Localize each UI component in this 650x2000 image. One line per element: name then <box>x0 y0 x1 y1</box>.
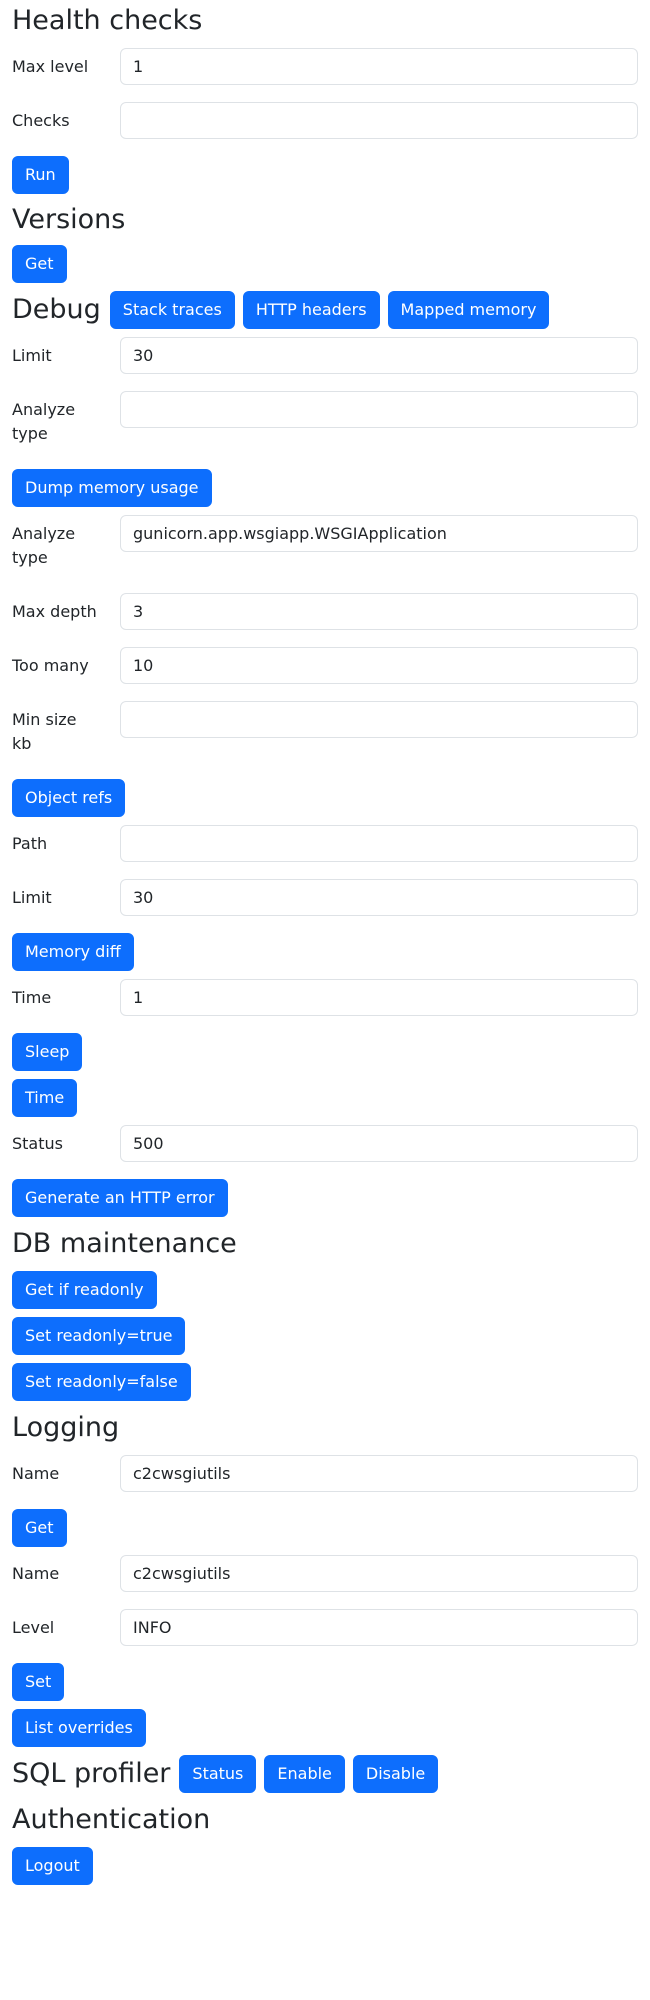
path-input[interactable] <box>120 825 638 862</box>
too-many-label: Too many <box>12 656 89 675</box>
dump-analyze-type-row: Analyze type <box>12 391 638 453</box>
max-level-row: Max level <box>12 48 638 86</box>
status-input[interactable] <box>120 1125 638 1162</box>
logging-set-name-row: Name <box>12 1555 638 1593</box>
max-depth-input[interactable] <box>120 593 638 630</box>
authentication-title: Authentication <box>12 1804 211 1835</box>
diff-limit-label: Limit <box>12 888 52 907</box>
sleep-time-label: Time <box>12 988 52 1007</box>
object-refs-button[interactable]: Object refs <box>12 779 126 817</box>
min-size-kb-input[interactable] <box>120 701 638 738</box>
set-readonly-false-button[interactable]: Set readonly=false <box>12 1363 191 1401</box>
dump-limit-input[interactable] <box>120 337 638 374</box>
dump-memory-usage-button[interactable]: Dump memory usage <box>12 469 212 507</box>
max-depth-row: Max depth <box>12 593 638 631</box>
min-size-kb-row: Min size kb <box>12 701 638 763</box>
logging-level-label: Level <box>12 1618 55 1637</box>
sql-profiler-header-row: SQL profiler Status Enable Disable <box>12 1755 638 1793</box>
stack-traces-button[interactable]: Stack traces <box>109 291 235 329</box>
max-level-label: Max level <box>12 57 89 76</box>
checks-row: Checks <box>12 102 638 140</box>
checks-input[interactable] <box>120 102 638 139</box>
set-readonly-true-button[interactable]: Set readonly=true <box>12 1317 186 1355</box>
memory-diff-button[interactable]: Memory diff <box>12 933 134 971</box>
sleep-button[interactable]: Sleep <box>12 1033 83 1071</box>
refs-analyze-type-row: Analyze type <box>12 515 638 577</box>
too-many-row: Too many <box>12 647 638 685</box>
diff-limit-row: Limit <box>12 879 638 917</box>
min-size-kb-label: Min size kb <box>12 710 77 753</box>
run-row: Run <box>12 156 638 194</box>
set-readonly-false-row: Set readonly=false <box>12 1363 638 1401</box>
db-maintenance-section: DB maintenance Get if readonly Set reado… <box>12 1225 638 1401</box>
page-container: Health checks Max level Checks Run Versi… <box>0 0 650 1885</box>
versions-section: Versions Get <box>12 202 638 283</box>
checks-label: Checks <box>12 111 70 130</box>
get-readonly-row: Get if readonly <box>12 1271 638 1309</box>
mapped-memory-button[interactable]: Mapped memory <box>387 291 550 329</box>
dump-analyze-type-label: Analyze type <box>12 400 76 443</box>
sql-profiler-section: SQL profiler Status Enable Disable <box>12 1755 638 1793</box>
memory-diff-row: Memory diff <box>12 933 638 971</box>
versions-get-button[interactable]: Get <box>12 245 67 283</box>
object-refs-row: Object refs <box>12 779 638 817</box>
max-level-input[interactable] <box>120 48 638 85</box>
debug-section: Debug Stack traces HTTP headers Mapped m… <box>12 291 638 1217</box>
status-row: Status <box>12 1125 638 1163</box>
list-overrides-button[interactable]: List overrides <box>12 1709 146 1747</box>
sql-profiler-title: SQL profiler <box>12 1758 171 1789</box>
versions-title: Versions <box>12 204 126 235</box>
http-error-row: Generate an HTTP error <box>12 1179 638 1217</box>
debug-header-row: Debug Stack traces HTTP headers Mapped m… <box>12 291 638 329</box>
time-button[interactable]: Time <box>12 1079 78 1117</box>
logging-get-name-input[interactable] <box>120 1455 638 1492</box>
dump-limit-row: Limit <box>12 337 638 375</box>
logging-set-row: Set <box>12 1663 638 1701</box>
db-maintenance-title: DB maintenance <box>12 1228 237 1259</box>
logging-get-name-row: Name <box>12 1455 638 1493</box>
logout-button[interactable]: Logout <box>12 1847 93 1885</box>
sql-profiler-status-button[interactable]: Status <box>179 1755 257 1793</box>
refs-analyze-type-input[interactable] <box>120 515 638 552</box>
list-overrides-row: List overrides <box>12 1709 638 1747</box>
sleep-time-input[interactable] <box>120 979 638 1016</box>
logging-set-name-input[interactable] <box>120 1555 638 1592</box>
logging-get-name-label: Name <box>12 1464 60 1483</box>
too-many-input[interactable] <box>120 647 638 684</box>
logging-level-row: Level <box>12 1609 638 1647</box>
path-row: Path <box>12 825 638 863</box>
logout-row: Logout <box>12 1847 638 1885</box>
generate-http-error-button[interactable]: Generate an HTTP error <box>12 1179 228 1217</box>
logging-set-button[interactable]: Set <box>12 1663 65 1701</box>
logging-set-name-label: Name <box>12 1564 60 1583</box>
max-depth-label: Max depth <box>12 602 97 621</box>
sql-profiler-enable-button[interactable]: Enable <box>264 1755 345 1793</box>
dump-memory-row: Dump memory usage <box>12 469 638 507</box>
path-label: Path <box>12 834 48 853</box>
refs-analyze-type-label: Analyze type <box>12 524 76 567</box>
http-headers-button[interactable]: HTTP headers <box>242 291 380 329</box>
time-row: Time <box>12 1079 638 1117</box>
versions-get-row: Get <box>12 245 638 283</box>
health-checks-section: Health checks Max level Checks Run <box>12 0 638 194</box>
sleep-time-row: Time <box>12 979 638 1017</box>
logging-get-button[interactable]: Get <box>12 1509 67 1547</box>
logging-level-input[interactable] <box>120 1609 638 1646</box>
debug-title: Debug <box>12 294 101 325</box>
logging-title: Logging <box>12 1412 120 1443</box>
set-readonly-true-row: Set readonly=true <box>12 1317 638 1355</box>
sleep-row: Sleep <box>12 1033 638 1071</box>
health-checks-title: Health checks <box>12 5 203 36</box>
dump-analyze-type-input[interactable] <box>120 391 638 428</box>
status-label: Status <box>12 1134 63 1153</box>
run-button[interactable]: Run <box>12 156 69 194</box>
logging-get-row: Get <box>12 1509 638 1547</box>
sql-profiler-disable-button[interactable]: Disable <box>352 1755 439 1793</box>
get-if-readonly-button[interactable]: Get if readonly <box>12 1271 157 1309</box>
dump-limit-label: Limit <box>12 346 52 365</box>
diff-limit-input[interactable] <box>120 879 638 916</box>
authentication-section: Authentication Logout <box>12 1801 638 1885</box>
logging-section: Logging Name Get Name Level Set List ove… <box>12 1409 638 1747</box>
